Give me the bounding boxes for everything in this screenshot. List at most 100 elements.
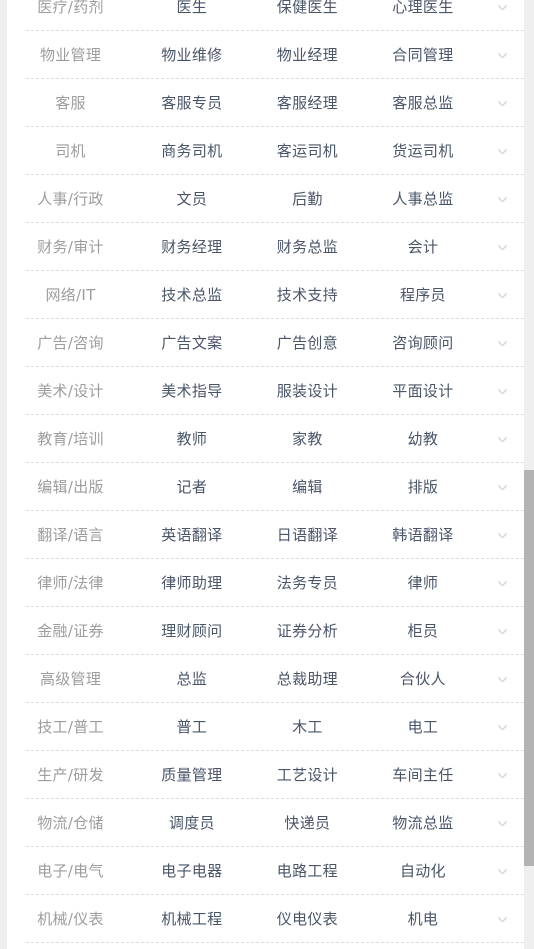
job-category-name[interactable]: 物流/仓储 — [7, 815, 134, 831]
expand-row-button[interactable] — [481, 97, 524, 110]
job-subcategory-item[interactable]: 柜员 — [365, 623, 481, 639]
job-subcategory-item[interactable]: 普工 — [134, 719, 250, 735]
job-subcategory-item[interactable]: 客服总监 — [365, 95, 481, 111]
job-category-row[interactable]: 司机 商务司机 客运司机 货运司机 — [7, 127, 524, 175]
job-category-name[interactable]: 网络/IT — [7, 287, 134, 303]
job-category-row[interactable]: 广告/咨询 广告文案 广告创意 咨询顾问 — [7, 319, 524, 367]
expand-row-button[interactable] — [481, 241, 524, 254]
job-category-name[interactable]: 财务/审计 — [7, 239, 134, 255]
job-subcategory-item[interactable]: 韩语翻译 — [365, 527, 481, 543]
job-subcategory-item[interactable]: 合伙人 — [365, 671, 481, 687]
expand-row-button[interactable] — [481, 1, 524, 14]
job-subcategory-item[interactable]: 机械工程 — [134, 911, 250, 927]
job-subcategory-item[interactable]: 物流总监 — [365, 815, 481, 831]
job-subcategory-item[interactable]: 技术总监 — [134, 287, 250, 303]
job-subcategory-item[interactable]: 保健医生 — [250, 0, 366, 15]
job-category-row[interactable]: 高级管理 总监 总裁助理 合伙人 — [7, 655, 524, 703]
job-subcategory-item[interactable]: 工艺设计 — [250, 767, 366, 783]
job-subcategory-item[interactable]: 财务总监 — [250, 239, 366, 255]
job-category-name[interactable]: 金融/证券 — [7, 623, 134, 639]
job-subcategory-item[interactable]: 服装设计 — [250, 383, 366, 399]
job-subcategory-item[interactable]: 后勤 — [250, 191, 366, 207]
job-subcategory-item[interactable]: 电工 — [365, 719, 481, 735]
job-subcategory-item[interactable]: 幼教 — [365, 431, 481, 447]
job-subcategory-item[interactable]: 电子电器 — [134, 863, 250, 879]
expand-row-button[interactable] — [481, 193, 524, 206]
job-subcategory-item[interactable]: 平面设计 — [365, 383, 481, 399]
job-subcategory-item[interactable]: 总监 — [134, 671, 250, 687]
job-subcategory-item[interactable]: 总裁助理 — [250, 671, 366, 687]
job-category-row[interactable]: 机械/仪表 机械工程 仪电仪表 机电 — [7, 895, 524, 943]
job-category-name[interactable]: 高级管理 — [7, 671, 134, 687]
job-subcategory-item[interactable]: 文员 — [134, 191, 250, 207]
expand-row-button[interactable] — [481, 817, 524, 830]
expand-row-button[interactable] — [481, 577, 524, 590]
expand-row-button[interactable] — [481, 625, 524, 638]
job-subcategory-item[interactable]: 家教 — [250, 431, 366, 447]
job-category-row[interactable]: 网络/IT 技术总监 技术支持 程序员 — [7, 271, 524, 319]
job-subcategory-item[interactable]: 货运司机 — [365, 143, 481, 159]
job-subcategory-item[interactable]: 快递员 — [250, 815, 366, 831]
job-subcategory-item[interactable]: 质量管理 — [134, 767, 250, 783]
job-subcategory-item[interactable]: 证券分析 — [250, 623, 366, 639]
job-subcategory-item[interactable]: 物业经理 — [250, 47, 366, 63]
job-category-row[interactable]: 人事/行政 文员 后勤 人事总监 — [7, 175, 524, 223]
job-category-row[interactable]: 物流/仓储 调度员 快递员 物流总监 — [7, 799, 524, 847]
job-category-name[interactable]: 翻译/语言 — [7, 527, 134, 543]
job-subcategory-item[interactable]: 电路工程 — [250, 863, 366, 879]
job-subcategory-item[interactable]: 排版 — [365, 479, 481, 495]
job-category-row[interactable]: 生产/研发 质量管理 工艺设计 车间主任 — [7, 751, 524, 799]
job-subcategory-item[interactable]: 美术指导 — [134, 383, 250, 399]
expand-row-button[interactable] — [481, 721, 524, 734]
job-category-name[interactable]: 机械/仪表 — [7, 911, 134, 927]
job-category-row[interactable]: 物业管理 物业维修 物业经理 合同管理 — [7, 31, 524, 79]
job-subcategory-item[interactable]: 律师 — [365, 575, 481, 591]
job-subcategory-item[interactable]: 机电 — [365, 911, 481, 927]
job-category-name[interactable]: 广告/咨询 — [7, 335, 134, 351]
expand-row-button[interactable] — [481, 49, 524, 62]
job-subcategory-item[interactable]: 理财顾问 — [134, 623, 250, 639]
job-category-row[interactable]: 客服 客服专员 客服经理 客服总监 — [7, 79, 524, 127]
expand-row-button[interactable] — [481, 337, 524, 350]
job-subcategory-item[interactable]: 医生 — [134, 0, 250, 15]
job-subcategory-item[interactable]: 财务经理 — [134, 239, 250, 255]
job-category-name[interactable]: 物业管理 — [7, 47, 134, 63]
job-category-row[interactable]: 医疗/药剂 医生 保健医生 心理医生 — [7, 0, 524, 31]
expand-row-button[interactable] — [481, 529, 524, 542]
job-subcategory-item[interactable]: 自动化 — [365, 863, 481, 879]
job-subcategory-item[interactable]: 仪电仪表 — [250, 911, 366, 927]
job-subcategory-item[interactable]: 律师助理 — [134, 575, 250, 591]
job-subcategory-item[interactable]: 客服经理 — [250, 95, 366, 111]
expand-row-button[interactable] — [481, 145, 524, 158]
job-subcategory-item[interactable]: 英语翻译 — [134, 527, 250, 543]
job-subcategory-item[interactable]: 记者 — [134, 479, 250, 495]
job-category-row[interactable]: 金融/证券 理财顾问 证券分析 柜员 — [7, 607, 524, 655]
job-subcategory-item[interactable]: 广告创意 — [250, 335, 366, 351]
job-subcategory-item[interactable]: 调度员 — [134, 815, 250, 831]
job-subcategory-item[interactable]: 技术支持 — [250, 287, 366, 303]
expand-row-button[interactable] — [481, 913, 524, 926]
expand-row-button[interactable] — [481, 673, 524, 686]
job-subcategory-item[interactable]: 会计 — [365, 239, 481, 255]
job-subcategory-item[interactable]: 法务专员 — [250, 575, 366, 591]
job-category-row[interactable]: 编辑/出版 记者 编辑 排版 — [7, 463, 524, 511]
job-subcategory-item[interactable]: 物业维修 — [134, 47, 250, 63]
expand-row-button[interactable] — [481, 865, 524, 878]
job-category-row[interactable]: 电子/电气 电子电器 电路工程 自动化 — [7, 847, 524, 895]
expand-row-button[interactable] — [481, 481, 524, 494]
job-category-list[interactable]: 医疗/药剂 医生 保健医生 心理医生 物业管理 物业维修 物业经理 合同管理 客服 客服专员 客服经… — [7, 0, 524, 943]
expand-row-button[interactable] — [481, 385, 524, 398]
job-subcategory-item[interactable]: 咨询顾问 — [365, 335, 481, 351]
job-category-name[interactable]: 司机 — [7, 143, 134, 159]
job-category-name[interactable]: 教育/培训 — [7, 431, 134, 447]
job-category-name[interactable]: 客服 — [7, 95, 134, 111]
job-subcategory-item[interactable]: 程序员 — [365, 287, 481, 303]
job-subcategory-item[interactable]: 商务司机 — [134, 143, 250, 159]
job-category-name[interactable]: 生产/研发 — [7, 767, 134, 783]
job-subcategory-item[interactable]: 日语翻译 — [250, 527, 366, 543]
expand-row-button[interactable] — [481, 769, 524, 782]
job-subcategory-item[interactable]: 心理医生 — [365, 0, 481, 15]
job-subcategory-item[interactable]: 客运司机 — [250, 143, 366, 159]
job-category-row[interactable]: 律师/法律 律师助理 法务专员 律师 — [7, 559, 524, 607]
job-category-name[interactable]: 医疗/药剂 — [7, 0, 134, 15]
